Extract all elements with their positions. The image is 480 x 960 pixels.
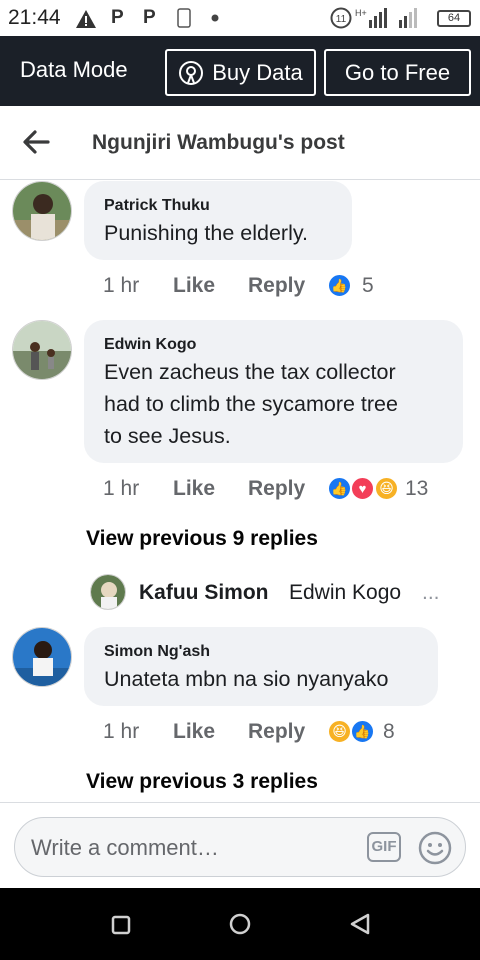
love-reaction-icon[interactable]: ♥ bbox=[350, 476, 375, 501]
back-icon[interactable] bbox=[349, 913, 371, 935]
profile-photo bbox=[91, 575, 125, 609]
go-to-free-label: Go to Free bbox=[344, 59, 451, 85]
svg-text:H+: H+ bbox=[355, 8, 367, 18]
avatar[interactable] bbox=[12, 320, 72, 380]
sim-icon bbox=[177, 8, 191, 28]
warning-icon bbox=[76, 10, 96, 28]
view-previous-replies-link[interactable]: View previous 3 replies bbox=[86, 770, 318, 794]
reaction-count[interactable]: 5 bbox=[362, 274, 374, 298]
clock-icon: 11 bbox=[330, 7, 352, 29]
reply-author-name[interactable]: Kafuu Simon bbox=[139, 581, 269, 605]
reaction-count[interactable]: 13 bbox=[405, 477, 428, 501]
comment-text-line: Even zacheus the tax collector bbox=[104, 360, 396, 384]
comment-placeholder: Write a comment… bbox=[31, 835, 219, 860]
commenter-name[interactable]: Edwin Kogo bbox=[104, 336, 196, 354]
gif-button[interactable]: GIF bbox=[367, 832, 401, 862]
avatar[interactable] bbox=[12, 181, 72, 241]
status-bar: 21:44 P P 11 H+ 64 bbox=[0, 0, 480, 36]
like-reaction-icon[interactable]: 👍 bbox=[327, 273, 352, 298]
clock-time: 21:44 bbox=[8, 6, 61, 29]
buy-data-button[interactable]: Buy Data bbox=[165, 49, 316, 96]
profile-photo bbox=[13, 321, 71, 379]
data-mode-bar: Data Mode Buy Data Go to Free bbox=[0, 36, 480, 106]
data-mode-label: Data Mode bbox=[20, 57, 128, 82]
like-button[interactable]: Like bbox=[173, 720, 215, 744]
comment-text: Unateta mbn na sio nyanyako bbox=[104, 667, 389, 691]
back-arrow-icon[interactable] bbox=[22, 128, 50, 156]
like-reaction-icon[interactable]: 👍 bbox=[350, 719, 375, 744]
avatar[interactable] bbox=[90, 574, 126, 610]
home-icon[interactable] bbox=[229, 913, 251, 935]
comment-bubble[interactable]: Simon Ng'ash Unateta mbn na sio nyanyako bbox=[84, 627, 438, 706]
like-button[interactable]: Like bbox=[173, 477, 215, 501]
haha-reaction-icon[interactable]: 😆 bbox=[327, 719, 352, 744]
profile-photo bbox=[13, 628, 71, 686]
reaction-count[interactable]: 8 bbox=[383, 720, 395, 744]
comment-time: 1 hr bbox=[103, 720, 140, 743]
reply-button[interactable]: Reply bbox=[248, 720, 305, 744]
reply-button[interactable]: Reply bbox=[248, 477, 305, 501]
commenter-name[interactable]: Patrick Thuku bbox=[104, 197, 210, 215]
profile-photo bbox=[13, 182, 71, 240]
reply-button[interactable]: Reply bbox=[248, 274, 305, 298]
comment-text-line: to see Jesus. bbox=[104, 424, 231, 448]
page-title: Ngunjiri Wambugu's post bbox=[92, 131, 345, 154]
view-previous-replies-link[interactable]: View previous 9 replies bbox=[86, 527, 318, 551]
buy-data-label: Buy Data bbox=[212, 59, 303, 85]
like-reaction-icon[interactable]: 👍 bbox=[327, 476, 352, 501]
commenter-name[interactable]: Simon Ng'ash bbox=[104, 643, 210, 661]
comment-text-line: had to climb the sycamore tree bbox=[104, 392, 398, 416]
svg-text:11: 11 bbox=[336, 14, 347, 25]
post-header: Ngunjiri Wambugu's post bbox=[0, 106, 480, 180]
reply-preview-text: Edwin Kogo bbox=[289, 581, 402, 604]
comment-input[interactable]: Write a comment… GIF bbox=[14, 817, 466, 877]
ellipsis: ... bbox=[422, 581, 440, 604]
emoji-icon[interactable] bbox=[417, 830, 453, 866]
like-button[interactable]: Like bbox=[173, 274, 215, 298]
comment-time: 1 hr bbox=[103, 477, 140, 500]
p-icon: P bbox=[143, 7, 156, 28]
broadcast-icon bbox=[179, 60, 204, 85]
signal-icon: H+ bbox=[355, 8, 417, 28]
p-icon: P bbox=[111, 7, 124, 28]
recents-icon[interactable] bbox=[111, 915, 131, 935]
battery-icon: 64 bbox=[437, 10, 471, 27]
comment-bubble[interactable]: Patrick Thuku Punishing the elderly. bbox=[84, 181, 352, 260]
avatar[interactable] bbox=[12, 627, 72, 687]
comment-time: 1 hr bbox=[103, 274, 140, 297]
comment-text: Punishing the elderly. bbox=[104, 221, 308, 245]
system-nav-bar bbox=[0, 888, 480, 960]
haha-reaction-icon[interactable]: 😆 bbox=[374, 476, 399, 501]
go-to-free-button[interactable]: Go to Free bbox=[324, 49, 471, 96]
comment-bubble[interactable]: Edwin Kogo Even zacheus the tax collecto… bbox=[84, 320, 463, 463]
comment-composer: Write a comment… GIF bbox=[0, 802, 480, 888]
dot-icon bbox=[211, 14, 219, 22]
